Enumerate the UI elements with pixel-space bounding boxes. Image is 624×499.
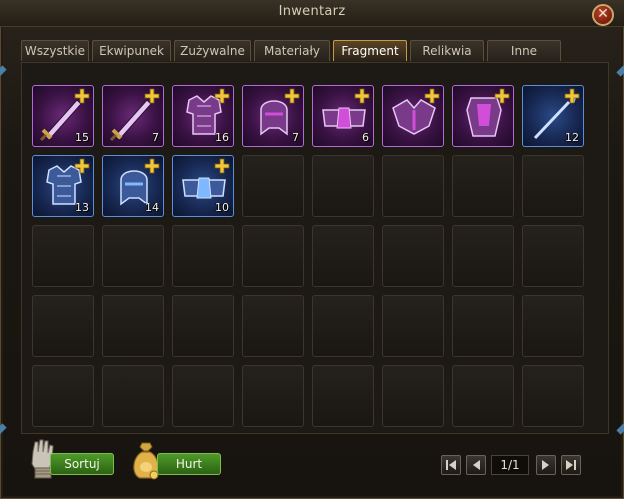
tab-wszystkie[interactable]: Wszystkie: [21, 40, 89, 61]
fragment-cross-icon: [74, 88, 90, 104]
inventory-slot[interactable]: [32, 365, 94, 427]
inventory-slot[interactable]: [312, 295, 374, 357]
inventory-grid: 15 7 16 7 6 12 13 14 10: [32, 85, 584, 427]
tab-inne[interactable]: Inne: [487, 40, 561, 61]
tab-fragment[interactable]: Fragment: [333, 40, 407, 61]
inventory-slot[interactable]: [102, 365, 164, 427]
fragment-cross-icon: [494, 88, 510, 104]
fragment-cross-icon: [144, 158, 160, 174]
inventory-slot[interactable]: [452, 295, 514, 357]
inventory-slot[interactable]: 13: [32, 155, 94, 217]
next-page-icon: [542, 460, 549, 470]
first-page-icon: [446, 460, 456, 470]
fragment-cross-icon: [284, 88, 300, 104]
fragment-cross-icon: [214, 158, 230, 174]
inventory-slot[interactable]: [522, 225, 584, 287]
inventory-slot[interactable]: [242, 295, 304, 357]
category-tabs: Wszystkie Ekwipunek Zużywalne Materiały …: [21, 40, 561, 62]
tab-ekwipunek[interactable]: Ekwipunek: [92, 40, 171, 61]
close-button[interactable]: ✕: [592, 4, 614, 26]
item-count: 16: [215, 131, 229, 144]
fragment-cross-icon: [424, 88, 440, 104]
inventory-slot[interactable]: [522, 155, 584, 217]
inventory-slot[interactable]: [32, 225, 94, 287]
page-indicator: 1/1: [491, 455, 529, 475]
inventory-slot[interactable]: 7: [102, 85, 164, 147]
inventory-slot[interactable]: 6: [312, 85, 374, 147]
inventory-slot[interactable]: [172, 365, 234, 427]
item-count: 15: [75, 131, 89, 144]
tab-relikwia[interactable]: Relikwia: [410, 40, 484, 61]
inventory-slot[interactable]: [452, 225, 514, 287]
inventory-slot[interactable]: 14: [102, 155, 164, 217]
inventory-slot[interactable]: [242, 155, 304, 217]
fragment-cross-icon: [354, 88, 370, 104]
close-icon: ✕: [597, 6, 609, 22]
fragment-cross-icon: [214, 88, 230, 104]
inventory-slot[interactable]: [382, 155, 444, 217]
item-count: 6: [362, 131, 369, 144]
inventory-slot[interactable]: [172, 295, 234, 357]
inventory-slot[interactable]: 15: [32, 85, 94, 147]
inventory-slot[interactable]: [382, 295, 444, 357]
previous-page-button[interactable]: [466, 455, 486, 475]
inventory-slot[interactable]: [382, 85, 444, 147]
inventory-slot[interactable]: [382, 365, 444, 427]
item-count: 14: [145, 201, 159, 214]
inventory-slot[interactable]: [32, 295, 94, 357]
inventory-slot[interactable]: [312, 155, 374, 217]
inventory-slot[interactable]: [172, 225, 234, 287]
inventory-slot[interactable]: [102, 295, 164, 357]
inventory-slot[interactable]: [312, 225, 374, 287]
last-page-icon: [566, 460, 576, 470]
last-page-button[interactable]: [561, 455, 581, 475]
inventory-slot[interactable]: 12: [522, 85, 584, 147]
item-count: 10: [215, 201, 229, 214]
fragment-cross-icon: [564, 88, 580, 104]
window-title: Inwentarz: [278, 4, 346, 19]
inventory-slot[interactable]: [452, 365, 514, 427]
title-bar: Inwentarz: [0, 0, 624, 27]
item-count: 7: [152, 131, 159, 144]
inventory-slot[interactable]: [312, 365, 374, 427]
fragment-cross-icon: [74, 158, 90, 174]
next-page-button[interactable]: [536, 455, 556, 475]
item-count: 13: [75, 201, 89, 214]
inventory-slot[interactable]: [522, 295, 584, 357]
item-count: 7: [292, 131, 299, 144]
inventory-slot[interactable]: [452, 85, 514, 147]
inventory-slot[interactable]: [242, 225, 304, 287]
fragment-cross-icon: [144, 88, 160, 104]
item-count: 12: [565, 131, 579, 144]
inventory-slot[interactable]: [452, 155, 514, 217]
tab-zuzywalne[interactable]: Zużywalne: [174, 40, 251, 61]
previous-page-icon: [473, 460, 480, 470]
inventory-slot[interactable]: [522, 365, 584, 427]
inventory-slot[interactable]: 7: [242, 85, 304, 147]
sort-button[interactable]: Sortuj: [50, 453, 114, 475]
inventory-slot[interactable]: 10: [172, 155, 234, 217]
inventory-slot[interactable]: [242, 365, 304, 427]
tab-materialy[interactable]: Materiały: [254, 40, 330, 61]
inventory-slot[interactable]: [102, 225, 164, 287]
first-page-button[interactable]: [441, 455, 461, 475]
bulk-button[interactable]: Hurt: [157, 453, 221, 475]
inventory-slot[interactable]: [382, 225, 444, 287]
inventory-slot[interactable]: 16: [172, 85, 234, 147]
